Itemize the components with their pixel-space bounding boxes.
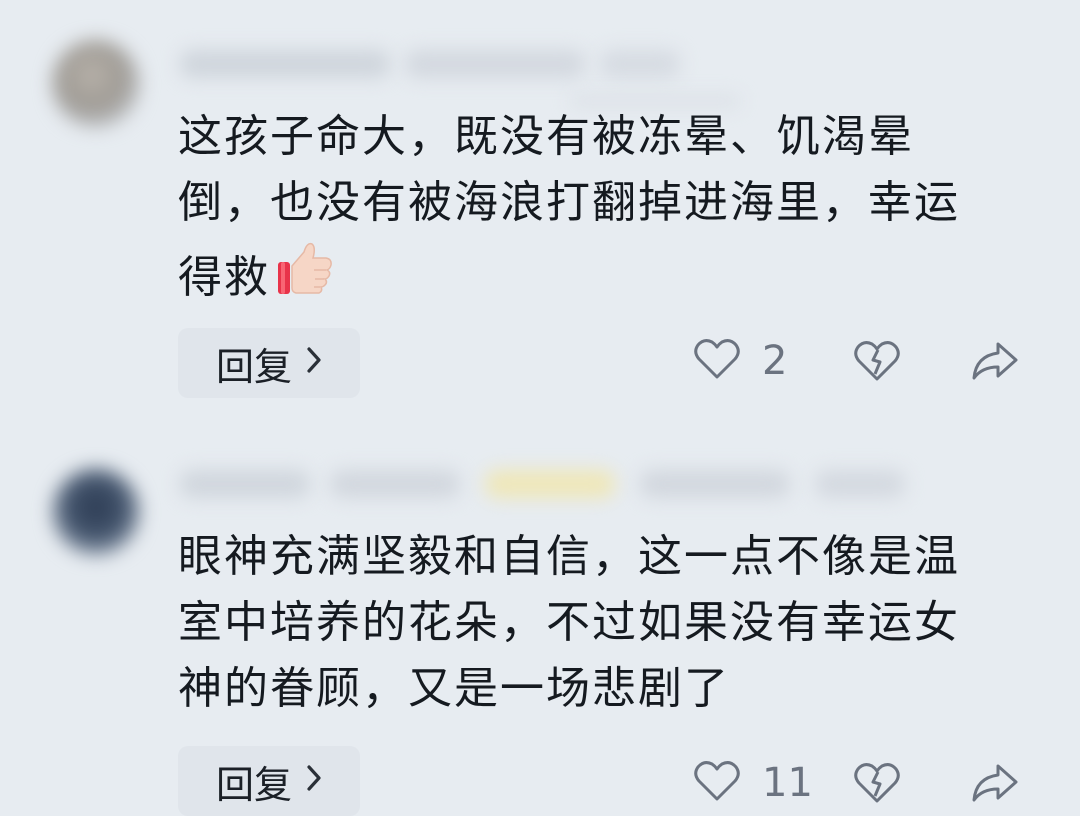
badge-blurred [485,470,615,498]
reply-label: 回复 [215,344,292,389]
chevron-right-icon [306,761,322,801]
reply-button[interactable]: 回复 [178,328,360,398]
like-count: 2 [762,338,788,384]
share-icon [970,762,1020,808]
like-button[interactable]: 2 [694,338,787,384]
broken-heart-icon [854,340,900,386]
meta-blurred [600,50,680,78]
meta-blurred [330,470,460,498]
meta-blurred [815,470,905,498]
avatar[interactable] [52,468,140,556]
heart-icon [694,338,740,384]
chevron-right-icon [306,343,322,383]
heart-icon [694,760,740,806]
dislike-button[interactable] [854,340,900,386]
broken-heart-icon [854,762,900,808]
share-button[interactable] [970,340,1020,386]
share-button[interactable] [970,762,1020,808]
thumbs-up-icon [274,236,336,317]
reply-label: 回复 [215,762,292,807]
dislike-button[interactable] [854,762,900,808]
reply-button[interactable]: 回复 [178,746,360,816]
meta-blurred [405,50,585,78]
comment-text: 眼神充满坚毅和自信，这一点不像是温 室中培养的花朵，不过如果没有幸运女 神的眷顾… [178,531,960,714]
comment-text: 这孩子命大，既没有被冻晕、饥渴晕 倒，也没有被海浪打翻掉进海里，幸运 得救 [178,104,1008,317]
meta-blurred [640,470,790,498]
like-button[interactable]: 11 [694,760,813,806]
username-blurred[interactable] [180,470,310,498]
share-icon [970,340,1020,386]
avatar[interactable] [52,40,140,128]
like-count: 11 [762,760,813,806]
username-blurred[interactable] [180,50,390,78]
